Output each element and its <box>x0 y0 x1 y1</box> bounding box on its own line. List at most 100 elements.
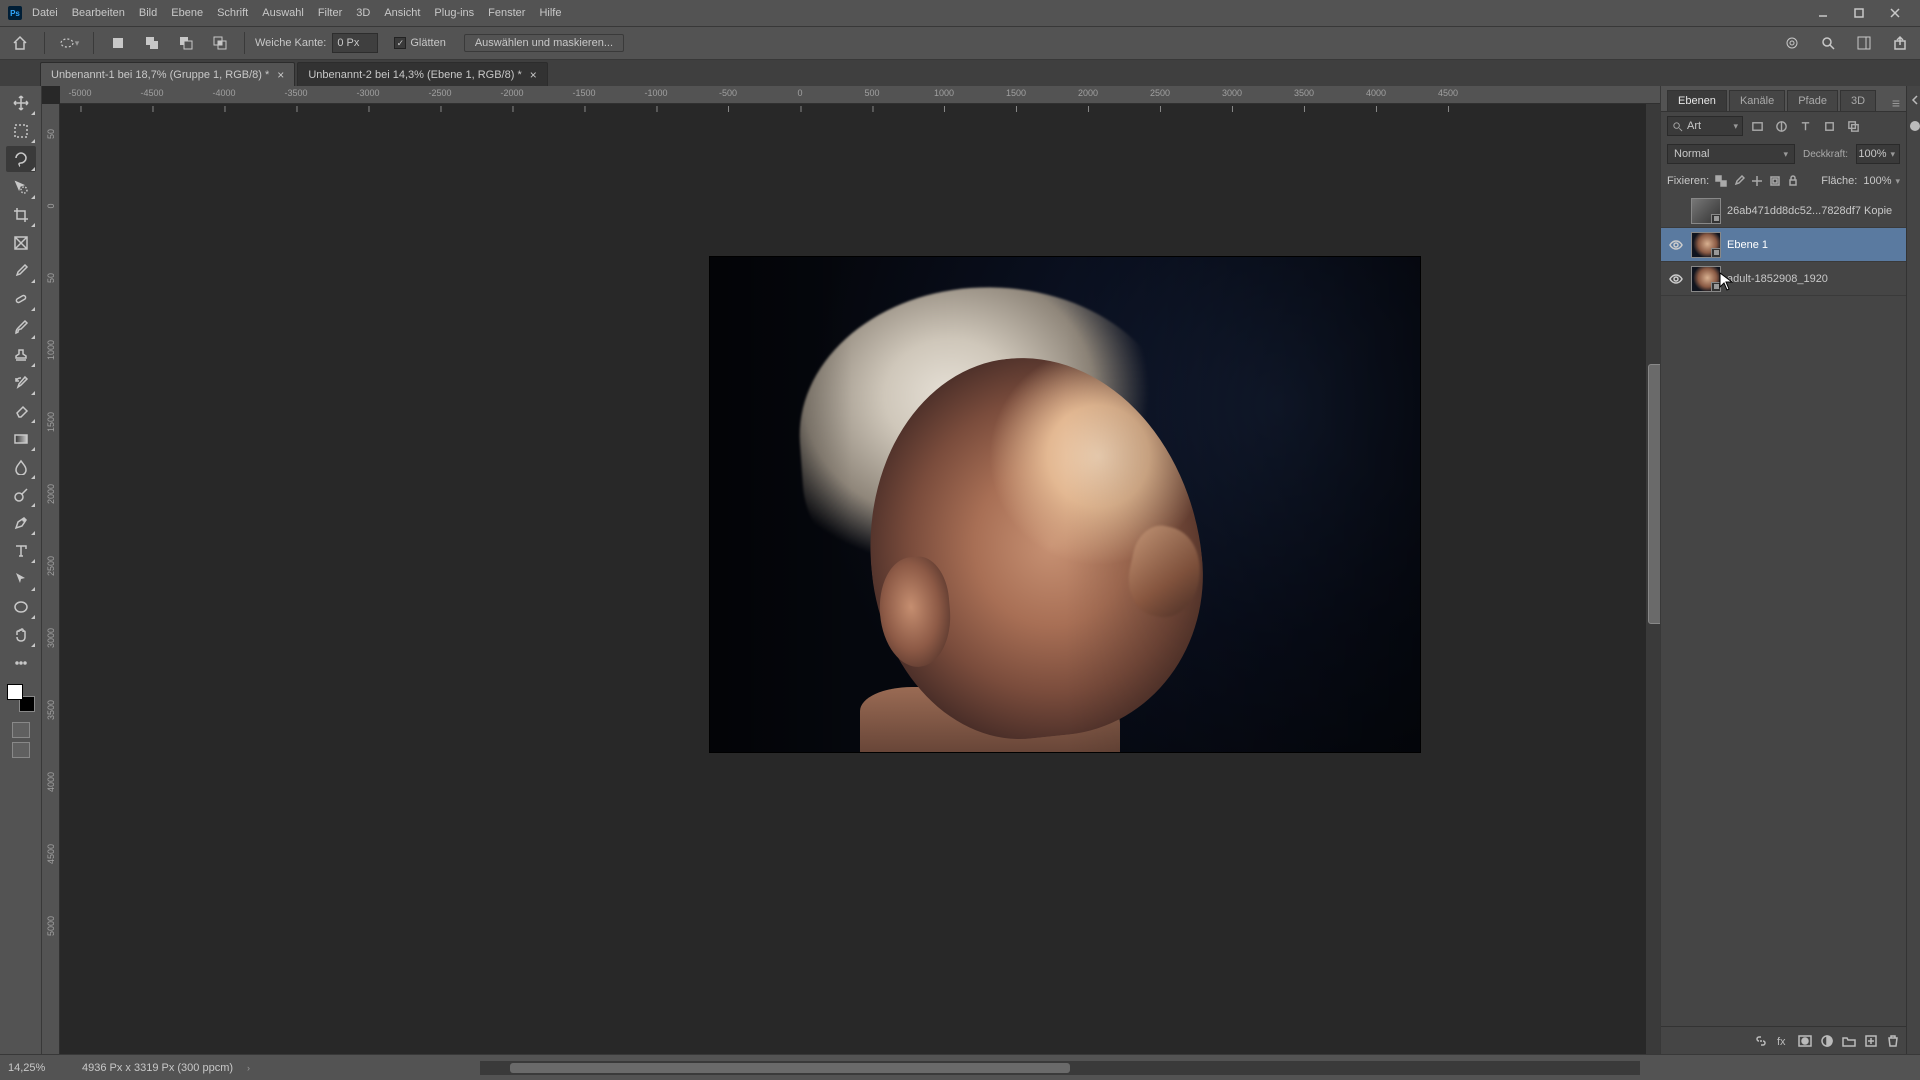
filter-adjust-icon[interactable] <box>1771 116 1791 136</box>
blur-tool[interactable] <box>6 454 36 480</box>
layer-mask-icon[interactable] <box>1798 1034 1812 1048</box>
screenmode-toggle[interactable] <box>12 742 30 758</box>
workspace-icon[interactable] <box>1850 30 1878 56</box>
lock-all-icon[interactable] <box>1787 175 1799 187</box>
canvas-area[interactable]: -5000-4500-4000-3500-3000-2500-2000-1500… <box>42 86 1660 1054</box>
new-layer-icon[interactable] <box>1864 1034 1878 1048</box>
lasso-tool[interactable] <box>6 146 36 172</box>
adjustment-layer-icon[interactable] <box>1820 1034 1834 1048</box>
menu-select[interactable]: Auswahl <box>262 7 304 19</box>
type-tool[interactable] <box>6 538 36 564</box>
layer-name[interactable]: Ebene 1 <box>1727 239 1768 251</box>
selection-intersect-icon[interactable] <box>206 30 234 56</box>
crop-tool[interactable] <box>6 202 36 228</box>
shape-tool[interactable] <box>6 594 36 620</box>
opacity-input[interactable]: 100%▾ <box>1856 144 1900 164</box>
stamp-tool[interactable] <box>6 342 36 368</box>
marquee-tool[interactable] <box>6 118 36 144</box>
lock-paint-icon[interactable] <box>1733 175 1745 187</box>
move-tool[interactable] <box>6 90 36 116</box>
layer-search-input[interactable]: Art ▾ <box>1667 116 1743 136</box>
panel-tab-paths[interactable]: Pfade <box>1787 90 1838 111</box>
eraser-tool[interactable] <box>6 398 36 424</box>
window-close-button[interactable] <box>1878 3 1912 23</box>
history-brush-tool[interactable] <box>6 370 36 396</box>
search-icon[interactable] <box>1814 30 1842 56</box>
menu-3d[interactable]: 3D <box>356 7 370 19</box>
panel-tab-3d[interactable]: 3D <box>1840 90 1876 111</box>
selection-subtract-icon[interactable] <box>172 30 200 56</box>
color-swatches[interactable] <box>7 684 35 712</box>
document-tab[interactable]: Unbenannt-2 bei 14,3% (Ebene 1, RGB/8) *… <box>297 62 547 86</box>
window-minimize-button[interactable] <box>1806 3 1840 23</box>
frame-tool[interactable] <box>6 230 36 256</box>
close-tab-icon[interactable]: × <box>277 68 284 82</box>
gradient-tool[interactable] <box>6 426 36 452</box>
lock-position-icon[interactable] <box>1751 175 1763 187</box>
eyedropper-tool[interactable] <box>6 258 36 284</box>
layer-thumbnail[interactable] <box>1691 198 1721 224</box>
foreground-color[interactable] <box>7 684 23 700</box>
layer-name[interactable]: adult-1852908_1920 <box>1727 273 1828 285</box>
hand-tool[interactable] <box>6 622 36 648</box>
panel-tab-channels[interactable]: Kanäle <box>1729 90 1785 111</box>
vertical-scrollbar[interactable] <box>1646 104 1660 1054</box>
cloud-docs-icon[interactable] <box>1778 30 1806 56</box>
layer-thumbnail[interactable] <box>1691 232 1721 258</box>
heal-tool[interactable] <box>6 286 36 312</box>
quick-select-tool[interactable] <box>6 174 36 200</box>
menu-layer[interactable]: Ebene <box>171 7 203 19</box>
filter-shape-icon[interactable] <box>1819 116 1839 136</box>
selection-new-icon[interactable] <box>104 30 132 56</box>
blend-mode-select[interactable]: Normal▾ <box>1667 144 1795 164</box>
panel-tab-layers[interactable]: Ebenen <box>1667 90 1727 111</box>
layer-thumbnail[interactable] <box>1691 266 1721 292</box>
brush-tool[interactable] <box>6 314 36 340</box>
link-layers-icon[interactable] <box>1754 1034 1768 1048</box>
dodge-tool[interactable] <box>6 482 36 508</box>
lock-nest-icon[interactable] <box>1769 175 1781 187</box>
layer-fx-icon[interactable]: fx <box>1776 1034 1790 1048</box>
menu-plugins[interactable]: Plug-ins <box>434 7 474 19</box>
properties-panel-icon[interactable] <box>1907 118 1920 134</box>
quickmask-toggle[interactable] <box>12 722 30 738</box>
filter-pixel-icon[interactable] <box>1747 116 1767 136</box>
home-button[interactable] <box>6 30 34 56</box>
layer-row[interactable]: Ebene 1 <box>1661 228 1906 262</box>
delete-layer-icon[interactable] <box>1886 1034 1900 1048</box>
path-select-tool[interactable] <box>6 566 36 592</box>
selection-add-icon[interactable] <box>138 30 166 56</box>
lock-transparent-icon[interactable] <box>1715 175 1727 187</box>
layer-visibility-toggle[interactable] <box>1667 272 1685 286</box>
layer-name[interactable]: 26ab471dd8dc52...7828df7 Kopie <box>1727 205 1892 217</box>
menu-help[interactable]: Hilfe <box>539 7 561 19</box>
layer-visibility-toggle[interactable] <box>1667 238 1685 252</box>
window-maximize-button[interactable] <box>1842 3 1876 23</box>
select-and-mask-button[interactable]: Auswählen und maskieren... <box>464 34 624 52</box>
layer-row[interactable]: adult-1852908_1920 <box>1661 262 1906 296</box>
feather-input[interactable]: 0 Px <box>332 33 378 53</box>
share-icon[interactable] <box>1886 30 1914 56</box>
menu-file[interactable]: Datei <box>32 7 58 19</box>
panel-menu-icon[interactable]: ≡ <box>1892 95 1900 111</box>
menu-window[interactable]: Fenster <box>488 7 525 19</box>
tool-preset-icon[interactable]: ▾ <box>55 30 83 56</box>
expand-dock-icon[interactable] <box>1907 92 1920 108</box>
close-tab-icon[interactable]: × <box>530 68 537 82</box>
new-group-icon[interactable] <box>1842 1034 1856 1048</box>
more-tools[interactable] <box>6 650 36 676</box>
menu-type[interactable]: Schrift <box>217 7 248 19</box>
menu-view[interactable]: Ansicht <box>384 7 420 19</box>
fill-input[interactable]: 100%▾ <box>1863 175 1900 187</box>
zoom-level[interactable]: 14,25% <box>8 1062 68 1074</box>
document-tab[interactable]: Unbenannt-1 bei 18,7% (Gruppe 1, RGB/8) … <box>40 62 295 86</box>
antialias-checkbox[interactable]: ✓ Glätten <box>394 37 445 49</box>
filter-smart-icon[interactable] <box>1843 116 1863 136</box>
pen-tool[interactable] <box>6 510 36 536</box>
horizontal-scrollbar[interactable] <box>480 1061 1640 1075</box>
menu-image[interactable]: Bild <box>139 7 157 19</box>
menu-edit[interactable]: Bearbeiten <box>72 7 125 19</box>
layer-row[interactable]: 26ab471dd8dc52...7828df7 Kopie <box>1661 194 1906 228</box>
filter-type-icon[interactable] <box>1795 116 1815 136</box>
menu-filter[interactable]: Filter <box>318 7 342 19</box>
